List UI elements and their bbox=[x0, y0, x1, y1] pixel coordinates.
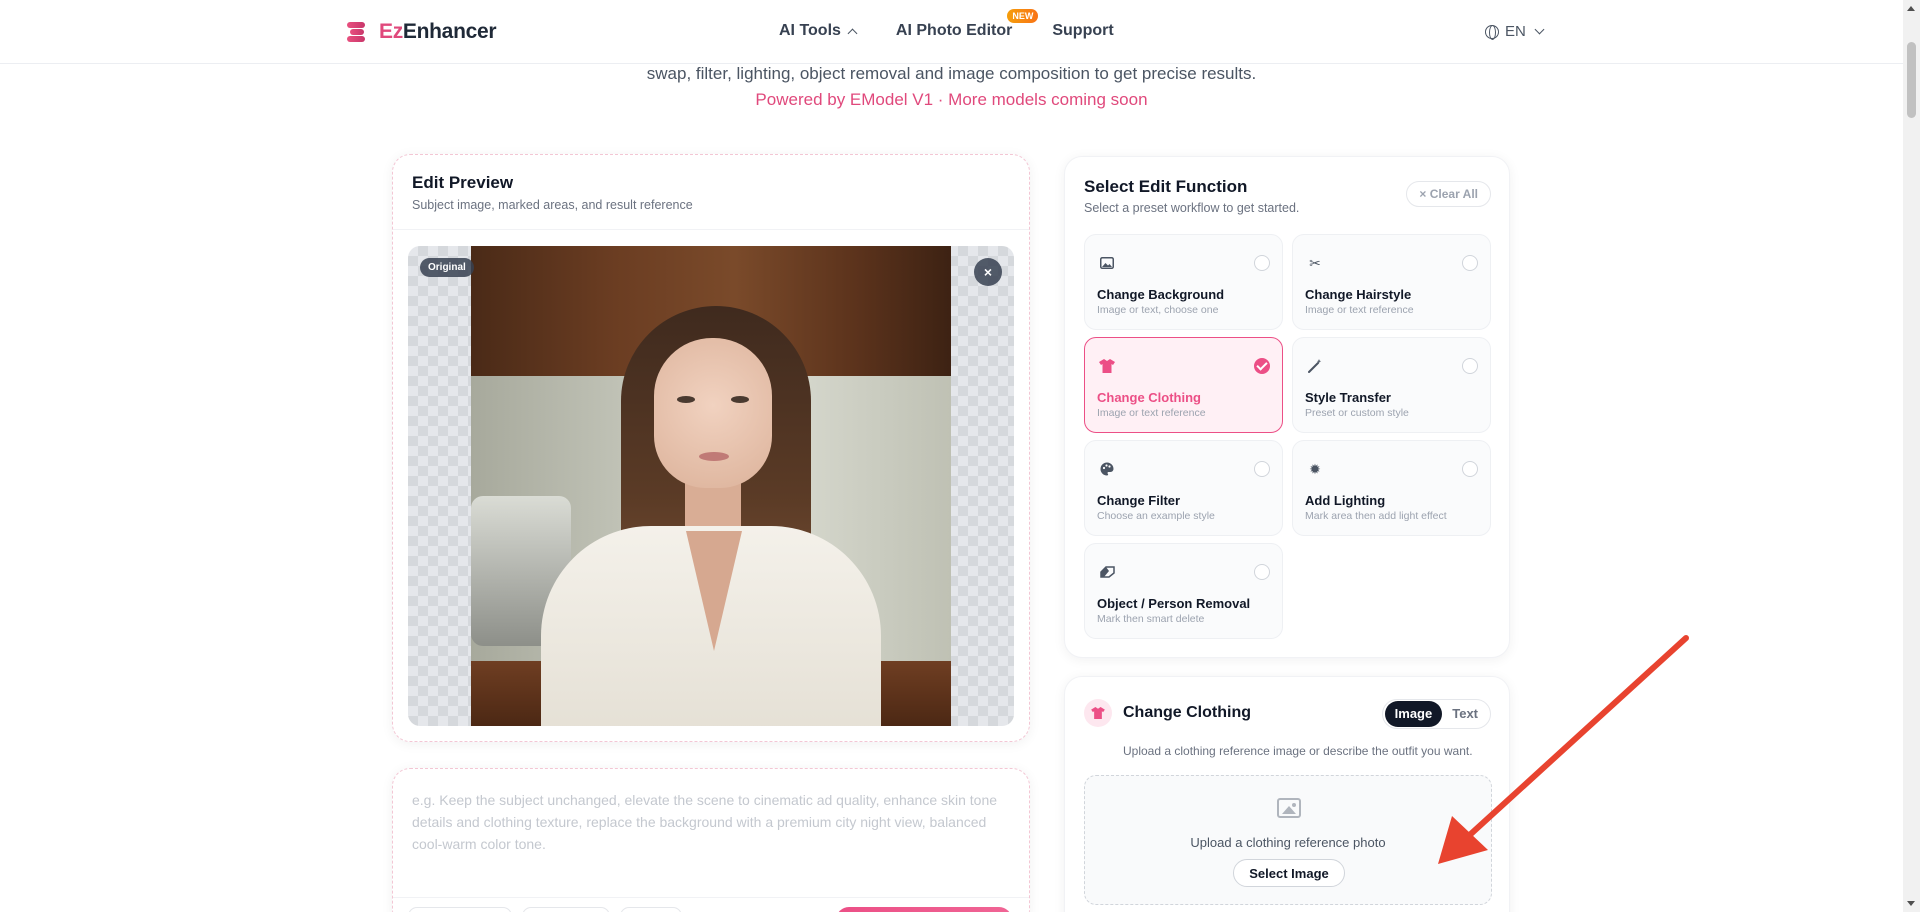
chevron-up-icon bbox=[847, 28, 858, 38]
chevron-down-icon bbox=[1534, 24, 1545, 35]
edit-preview-title: Edit Preview bbox=[412, 173, 514, 192]
option-desc: Mark then smart delete bbox=[1097, 613, 1205, 625]
option-radio[interactable] bbox=[1254, 255, 1270, 271]
option-change-filter[interactable]: Change Filter Choose an example style bbox=[1084, 440, 1283, 536]
logo-icon bbox=[345, 20, 369, 44]
option-radio[interactable] bbox=[1462, 358, 1478, 374]
language-label: EN bbox=[1505, 23, 1526, 40]
powered-by-text: Powered by EModel V1 · More models comin… bbox=[755, 90, 1148, 109]
option-radio[interactable] bbox=[1254, 564, 1270, 580]
option-title: Change Clothing bbox=[1097, 390, 1201, 405]
select-image-button[interactable]: Select Image bbox=[1233, 859, 1345, 887]
option-title: Add Lighting bbox=[1305, 493, 1386, 508]
image-placeholder-icon bbox=[1277, 798, 1301, 818]
top-header: EzEnhancer AI Tools AI Photo Editor NEW … bbox=[0, 0, 1903, 64]
clear-all-button[interactable]: × Clear All bbox=[1406, 181, 1491, 207]
option-radio-checked[interactable] bbox=[1254, 358, 1270, 374]
option-title: Object / Person Removal bbox=[1097, 596, 1251, 611]
option-desc: Mark area then add light effect bbox=[1305, 510, 1447, 522]
option-add-lighting[interactable]: ✹ Add Lighting Mark area then add light … bbox=[1292, 440, 1491, 536]
divider bbox=[393, 897, 1029, 898]
option-change-background[interactable]: Change Background Image or text, choose … bbox=[1084, 234, 1283, 330]
shirt-icon bbox=[1097, 356, 1117, 376]
generate-button[interactable] bbox=[836, 907, 1012, 912]
option-desc: Image or text reference bbox=[1305, 304, 1414, 316]
image-canvas[interactable]: Original × bbox=[408, 246, 1014, 726]
option-change-clothing[interactable]: Change Clothing Image or text reference bbox=[1084, 337, 1283, 433]
option-radio[interactable] bbox=[1462, 255, 1478, 271]
edit-preview-card: Edit Preview Subject image, marked areas… bbox=[392, 154, 1030, 742]
language-selector[interactable]: EN bbox=[1485, 23, 1545, 40]
option-change-hairstyle[interactable]: ✂ Change Hairstyle Image or text referen… bbox=[1292, 234, 1491, 330]
new-badge: NEW bbox=[1007, 9, 1039, 23]
divider bbox=[393, 229, 1029, 230]
logo[interactable]: EzEnhancer bbox=[345, 20, 497, 44]
page-scrollbar[interactable] bbox=[1903, 0, 1920, 912]
shirt-icon bbox=[1084, 699, 1112, 727]
edit-function-card: Select Edit Function Select a preset wor… bbox=[1064, 156, 1510, 658]
eraser-icon bbox=[1097, 562, 1117, 582]
nav-ai-tools-label: AI Tools bbox=[779, 22, 841, 39]
option-radio[interactable] bbox=[1254, 461, 1270, 477]
option-desc: Image or text, choose one bbox=[1097, 304, 1219, 316]
option-title: Change Hairstyle bbox=[1305, 287, 1412, 302]
scroll-down-icon[interactable] bbox=[1907, 901, 1915, 906]
remove-image-button[interactable]: × bbox=[974, 258, 1002, 286]
sun-icon: ✹ bbox=[1309, 460, 1321, 477]
original-tag: Original bbox=[420, 258, 474, 277]
nav-ai-photo-editor[interactable]: AI Photo Editor NEW bbox=[895, 9, 1039, 40]
prompt-textarea[interactable]: e.g. Keep the subject unchanged, elevate… bbox=[412, 789, 1012, 855]
option-title: Style Transfer bbox=[1305, 390, 1391, 405]
option-desc: Preset or custom style bbox=[1305, 407, 1409, 419]
option-object-removal[interactable]: Object / Person Removal Mark then smart … bbox=[1084, 543, 1283, 639]
hero-description: swap, filter, lighting, object removal a… bbox=[646, 64, 1257, 83]
palette-icon bbox=[1097, 459, 1117, 479]
option-desc: Choose an example style bbox=[1097, 510, 1215, 522]
edit-function-subtitle: Select a preset workflow to get started. bbox=[1084, 201, 1300, 215]
prompt-card: e.g. Keep the subject unchanged, elevate… bbox=[392, 768, 1030, 912]
prompt-option-chip[interactable] bbox=[408, 907, 512, 912]
edit-function-title: Select Edit Function bbox=[1084, 177, 1248, 196]
magic-wand-icon bbox=[1305, 356, 1325, 376]
option-title: Change Filter bbox=[1097, 493, 1181, 508]
nav-ai-photo-editor-label: AI Photo Editor bbox=[895, 22, 1013, 39]
main-nav: AI Tools AI Photo Editor NEW Support bbox=[779, 9, 1114, 40]
edit-preview-subtitle: Subject image, marked areas, and result … bbox=[412, 198, 693, 212]
nav-support[interactable]: Support bbox=[1052, 22, 1113, 40]
prompt-option-chip[interactable] bbox=[620, 907, 682, 912]
image-icon bbox=[1097, 253, 1117, 273]
option-radio[interactable] bbox=[1462, 461, 1478, 477]
nav-ai-tools[interactable]: AI Tools bbox=[779, 22, 858, 40]
option-desc: Image or text reference bbox=[1097, 407, 1206, 419]
subject-photo bbox=[471, 246, 951, 726]
nav-support-label: Support bbox=[1052, 22, 1114, 39]
scissors-icon: ✂ bbox=[1309, 254, 1321, 271]
change-clothing-title: Change Clothing bbox=[1123, 704, 1251, 721]
logo-text: EzEnhancer bbox=[379, 20, 497, 43]
scroll-up-icon[interactable] bbox=[1907, 6, 1915, 11]
scrollbar-thumb[interactable] bbox=[1907, 42, 1916, 118]
annotation-arrow-icon bbox=[1438, 635, 1689, 864]
globe-icon bbox=[1485, 24, 1499, 40]
option-style-transfer[interactable]: Style Transfer Preset or custom style bbox=[1292, 337, 1491, 433]
option-title: Change Background bbox=[1097, 287, 1225, 302]
prompt-option-chip[interactable] bbox=[522, 907, 610, 912]
